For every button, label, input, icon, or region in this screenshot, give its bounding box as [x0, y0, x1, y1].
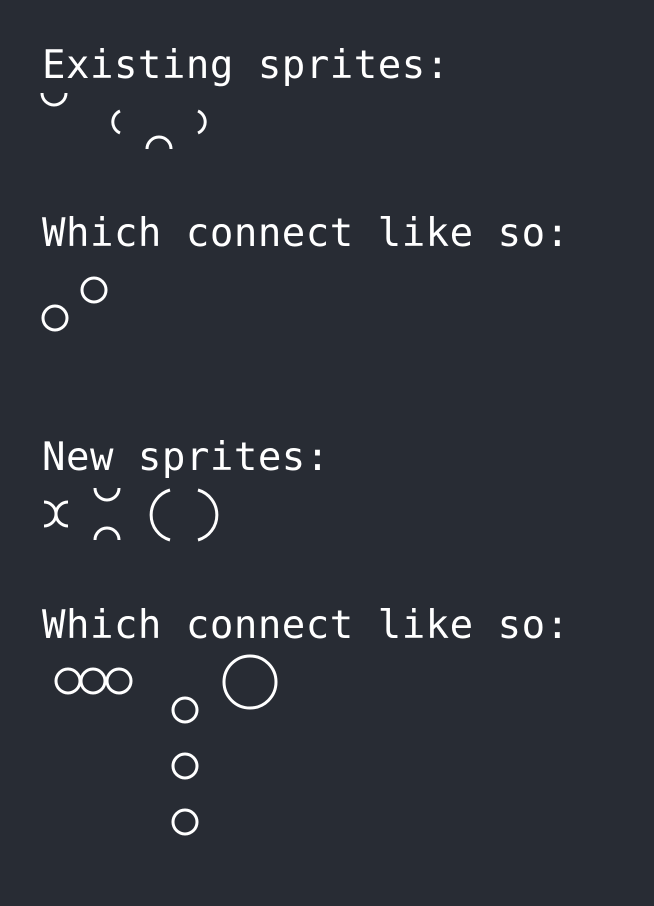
- existing-sprites-heading: Existing sprites:: [42, 43, 450, 88]
- new-cup-sprite: [93, 487, 121, 502]
- connected-circle: [80, 276, 108, 304]
- new-connections: [54, 654, 278, 836]
- existing-connect-heading: Which connect like so:: [42, 211, 570, 256]
- column-circle: [171, 752, 199, 780]
- new-x-sprite: [43, 500, 58, 528]
- column-circle: [171, 696, 199, 724]
- new-sprites-heading: New sprites:: [42, 435, 330, 480]
- existing-sprites-row: [40, 92, 207, 150]
- connected-circle: [41, 304, 69, 332]
- existing-cap-sprite: [145, 135, 173, 150]
- existing-left-arc-sprite: [111, 109, 121, 135]
- chain-circle: [54, 667, 82, 695]
- new-connect-heading: Which connect like so:: [42, 603, 570, 648]
- existing-connections: [41, 276, 108, 332]
- new-cap-sprite: [93, 526, 121, 541]
- new-big-right-arc-sprite: [197, 488, 219, 542]
- new-x-sprite-right: [54, 500, 69, 528]
- chain-circle: [105, 667, 133, 695]
- new-sprites-row: [43, 487, 219, 542]
- existing-cup-sprite: [40, 92, 68, 107]
- chain-circle: [79, 667, 107, 695]
- new-big-left-arc-sprite: [149, 488, 171, 542]
- horizontal-circle-chain: [54, 667, 133, 695]
- existing-right-arc-sprite: [197, 109, 207, 135]
- column-circle: [171, 808, 199, 836]
- large-circle: [222, 654, 278, 710]
- vertical-circle-column: [171, 696, 199, 836]
